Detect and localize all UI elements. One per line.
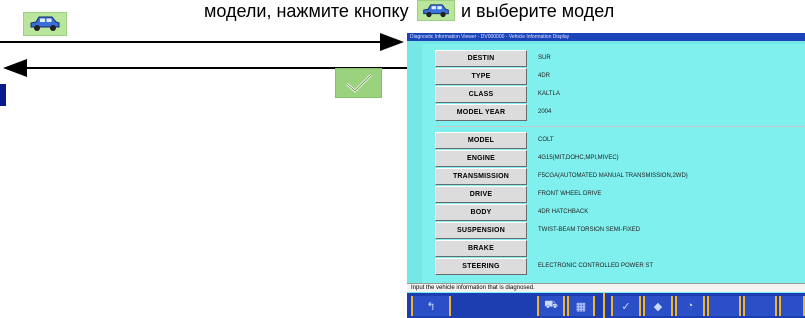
type-button[interactable]: TYPE: [435, 68, 527, 85]
suspension-button[interactable]: SUSPENSION: [435, 222, 527, 239]
grid-button[interactable]: ▦: [567, 296, 595, 316]
model-button[interactable]: MODEL: [435, 132, 527, 149]
toolbar-separator: [603, 293, 605, 318]
engine-value: 4G15(MIT,DOHC,MPI,MIVEC): [538, 155, 619, 161]
transmission-value: F5CGA(AUTOMATED MANUAL TRANSMISSION,2WD): [538, 173, 688, 179]
instruction-part-2: и выберите модел: [461, 1, 615, 21]
check-toolbar-button[interactable]: ✓: [611, 296, 641, 316]
bottom-toolbar: ↰ ⛟ ▦ ✓ ◆ ◔: [407, 293, 805, 318]
destin-value: SUR: [538, 55, 551, 61]
row-brake: BRAKE: [422, 240, 805, 258]
row-model-year: MODEL YEAR 2004: [422, 104, 805, 122]
model-year-button[interactable]: MODEL YEAR: [435, 104, 527, 121]
check-icon: [345, 74, 372, 93]
class-button[interactable]: CLASS: [435, 86, 527, 103]
body-button[interactable]: BODY: [435, 204, 527, 221]
row-transmission: TRANSMISSION F5CGA(AUTOMATED MANUAL TRAN…: [422, 168, 805, 186]
drive-value: FRONT WHEEL DRIVE: [538, 191, 602, 197]
row-steering: STEERING ELECTRONIC CONTROLLED POWER ST: [422, 258, 805, 276]
car-select-button[interactable]: [23, 12, 67, 36]
row-suspension: SUSPENSION TWIST-BEAM TORSION SEMI-FIXED: [422, 222, 805, 240]
destin-button[interactable]: DESTIN: [435, 50, 527, 67]
left-edge-marker: [0, 84, 6, 106]
car-icon: [30, 16, 60, 31]
grid-icon: ▦: [575, 300, 587, 313]
transmission-button[interactable]: TRANSMISSION: [435, 168, 527, 185]
diamond-button[interactable]: ◆: [643, 296, 673, 316]
arrow-right-head-icon: [380, 33, 404, 51]
row-type: TYPE 4DR: [422, 68, 805, 86]
diamond-icon: ◆: [653, 300, 663, 313]
toolbar-slot-2[interactable]: [743, 296, 777, 316]
back-icon: ↰: [426, 300, 436, 313]
inline-car-button-icon: [417, 0, 455, 21]
car-view-button[interactable]: ⛟: [537, 296, 565, 316]
type-value: 4DR: [538, 73, 551, 79]
instruction-part-1: модели, нажмите кнопку: [204, 1, 409, 21]
check-icon: ✓: [621, 300, 631, 313]
gauge-icon: ◔: [686, 300, 694, 312]
engine-button[interactable]: ENGINE: [435, 150, 527, 167]
class-value: KALTLA: [538, 91, 560, 97]
row-engine: ENGINE 4G15(MIT,DOHC,MPI,MIVEC): [422, 150, 805, 168]
status-bar: Input the vehicle information that is di…: [407, 283, 805, 292]
row-class: CLASS KALTLA: [422, 86, 805, 104]
vehicle-info-panel: DESTIN SUR TYPE 4DR CLASS KALTLA MODEL Y…: [422, 44, 805, 314]
suspension-value: TWIST-BEAM TORSION SEMI-FIXED: [538, 227, 641, 233]
steering-value: ELECTRONIC CONTROLLED POWER ST: [538, 263, 654, 269]
instruction-text: модели, нажмите кнопку: [204, 0, 409, 22]
row-model: MODEL COLT: [422, 132, 805, 150]
instruction-text-2: и выберите модел: [461, 0, 614, 22]
model-year-value: 2004: [538, 109, 552, 115]
row-destin: DESTIN SUR: [422, 50, 805, 68]
section-divider: [435, 126, 805, 127]
row-drive: DRIVE FRONT WHEEL DRIVE: [422, 186, 805, 204]
diagnostic-app-window: Diagnostic Information Viewer - DV000000…: [407, 33, 805, 318]
toolbar-slot-1[interactable]: [707, 296, 741, 316]
model-value: COLT: [538, 137, 554, 143]
car-icon: [423, 3, 449, 17]
arrow-right-line: [0, 41, 384, 43]
brake-button[interactable]: BRAKE: [435, 240, 527, 257]
car-icon: ⛟: [544, 299, 558, 311]
confirm-check-button[interactable]: [335, 68, 382, 98]
app-title-bar: Diagnostic Information Viewer - DV000000…: [407, 33, 805, 41]
toolbar-slot-3[interactable]: [779, 296, 805, 316]
steering-button[interactable]: STEERING: [435, 258, 527, 275]
body-value: 4DR HATCHBACK: [538, 209, 589, 215]
back-button[interactable]: ↰: [411, 296, 451, 316]
row-body: BODY 4DR HATCHBACK: [422, 204, 805, 222]
gauge-button[interactable]: ◔: [675, 296, 705, 316]
arrow-left-head-icon: [3, 59, 27, 77]
drive-button[interactable]: DRIVE: [435, 186, 527, 203]
